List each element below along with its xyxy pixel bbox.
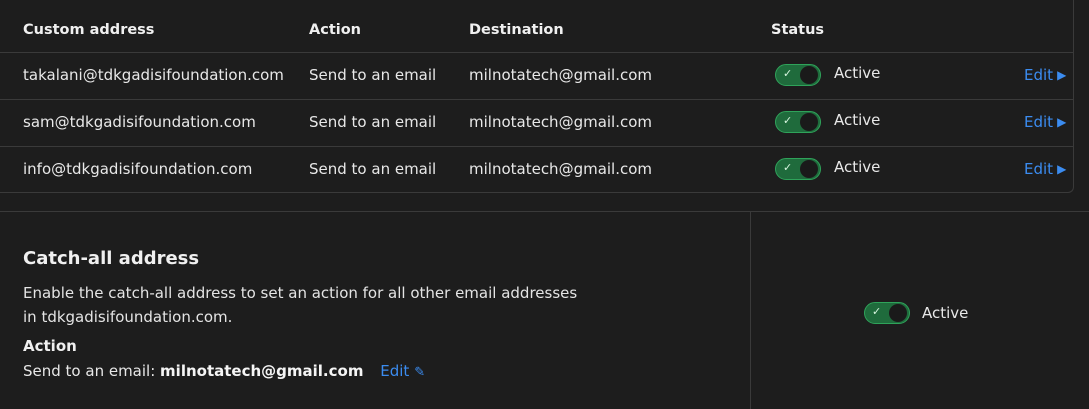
table-header: Custom address Action Destination Status — [0, 0, 1073, 53]
status-toggle[interactable]: ✓ — [775, 158, 821, 180]
action-destination: milnotatech@gmail.com — [160, 362, 364, 380]
vertical-divider — [750, 212, 751, 409]
header-destination: Destination — [469, 22, 564, 38]
catch-all-title: Catch-all address — [23, 248, 200, 269]
row-address: sam@tdkgadisifoundation.com — [23, 113, 256, 131]
catch-all-card: Catch-all address Enable the catch-all a… — [0, 211, 1089, 409]
toggle-knob — [800, 66, 818, 84]
catch-all-edit-link[interactable]: Edit ✎ — [380, 362, 425, 380]
action-prefix: Send to an email: — [23, 362, 156, 380]
catch-all-status-label: Active — [922, 304, 969, 322]
toggle-knob — [800, 160, 818, 178]
check-icon: ✓ — [872, 305, 882, 318]
status-label: Active — [834, 111, 881, 129]
header-status: Status — [771, 22, 825, 38]
table-row: sam@tdkgadisifoundation.com Send to an e… — [0, 99, 1073, 147]
table-row: info@tdkgadisifoundation.com Send to an … — [0, 146, 1073, 193]
row-destination: milnotatech@gmail.com — [469, 160, 653, 178]
edit-link[interactable]: Edit ▶ — [1024, 160, 1066, 178]
edit-link[interactable]: Edit ▶ — [1024, 113, 1066, 131]
row-action: Send to an email — [309, 113, 437, 131]
table-row: takalani@tdkgadisifoundation.com Send to… — [0, 52, 1073, 100]
caret-right-icon: ▶ — [1057, 115, 1067, 129]
catch-all-toggle[interactable]: ✓ — [864, 302, 910, 324]
edit-label: Edit — [1024, 113, 1054, 131]
status-toggle[interactable]: ✓ — [775, 111, 821, 133]
row-destination: milnotatech@gmail.com — [469, 66, 653, 84]
routing-rules-table: Custom address Action Destination Status… — [0, 0, 1074, 193]
status-toggle[interactable]: ✓ — [775, 64, 821, 86]
catch-all-action-heading: Action — [23, 337, 77, 355]
toggle-knob — [889, 304, 907, 322]
edit-label: Edit — [1024, 66, 1054, 84]
header-action: Action — [309, 22, 362, 38]
status-label: Active — [834, 158, 881, 176]
edit-link[interactable]: Edit ▶ — [1024, 66, 1066, 84]
row-action: Send to an email — [309, 160, 437, 178]
row-destination: milnotatech@gmail.com — [469, 113, 653, 131]
edit-label: Edit — [1024, 160, 1054, 178]
catch-all-description: Enable the catch-all address to set an a… — [23, 284, 578, 326]
edit-label: Edit — [380, 362, 410, 380]
row-action: Send to an email — [309, 66, 437, 84]
check-icon: ✓ — [783, 114, 793, 127]
status-label: Active — [834, 64, 881, 82]
pencil-icon: ✎ — [414, 365, 426, 380]
row-address: info@tdkgadisifoundation.com — [23, 160, 253, 178]
toggle-knob — [800, 113, 818, 131]
row-address: takalani@tdkgadisifoundation.com — [23, 66, 284, 84]
caret-right-icon: ▶ — [1057, 68, 1067, 82]
caret-right-icon: ▶ — [1057, 162, 1067, 176]
header-custom-address: Custom address — [23, 22, 155, 38]
check-icon: ✓ — [783, 161, 793, 174]
check-icon: ✓ — [783, 67, 793, 80]
catch-all-action: Send to an email: milnotatech@gmail.com … — [23, 362, 425, 380]
